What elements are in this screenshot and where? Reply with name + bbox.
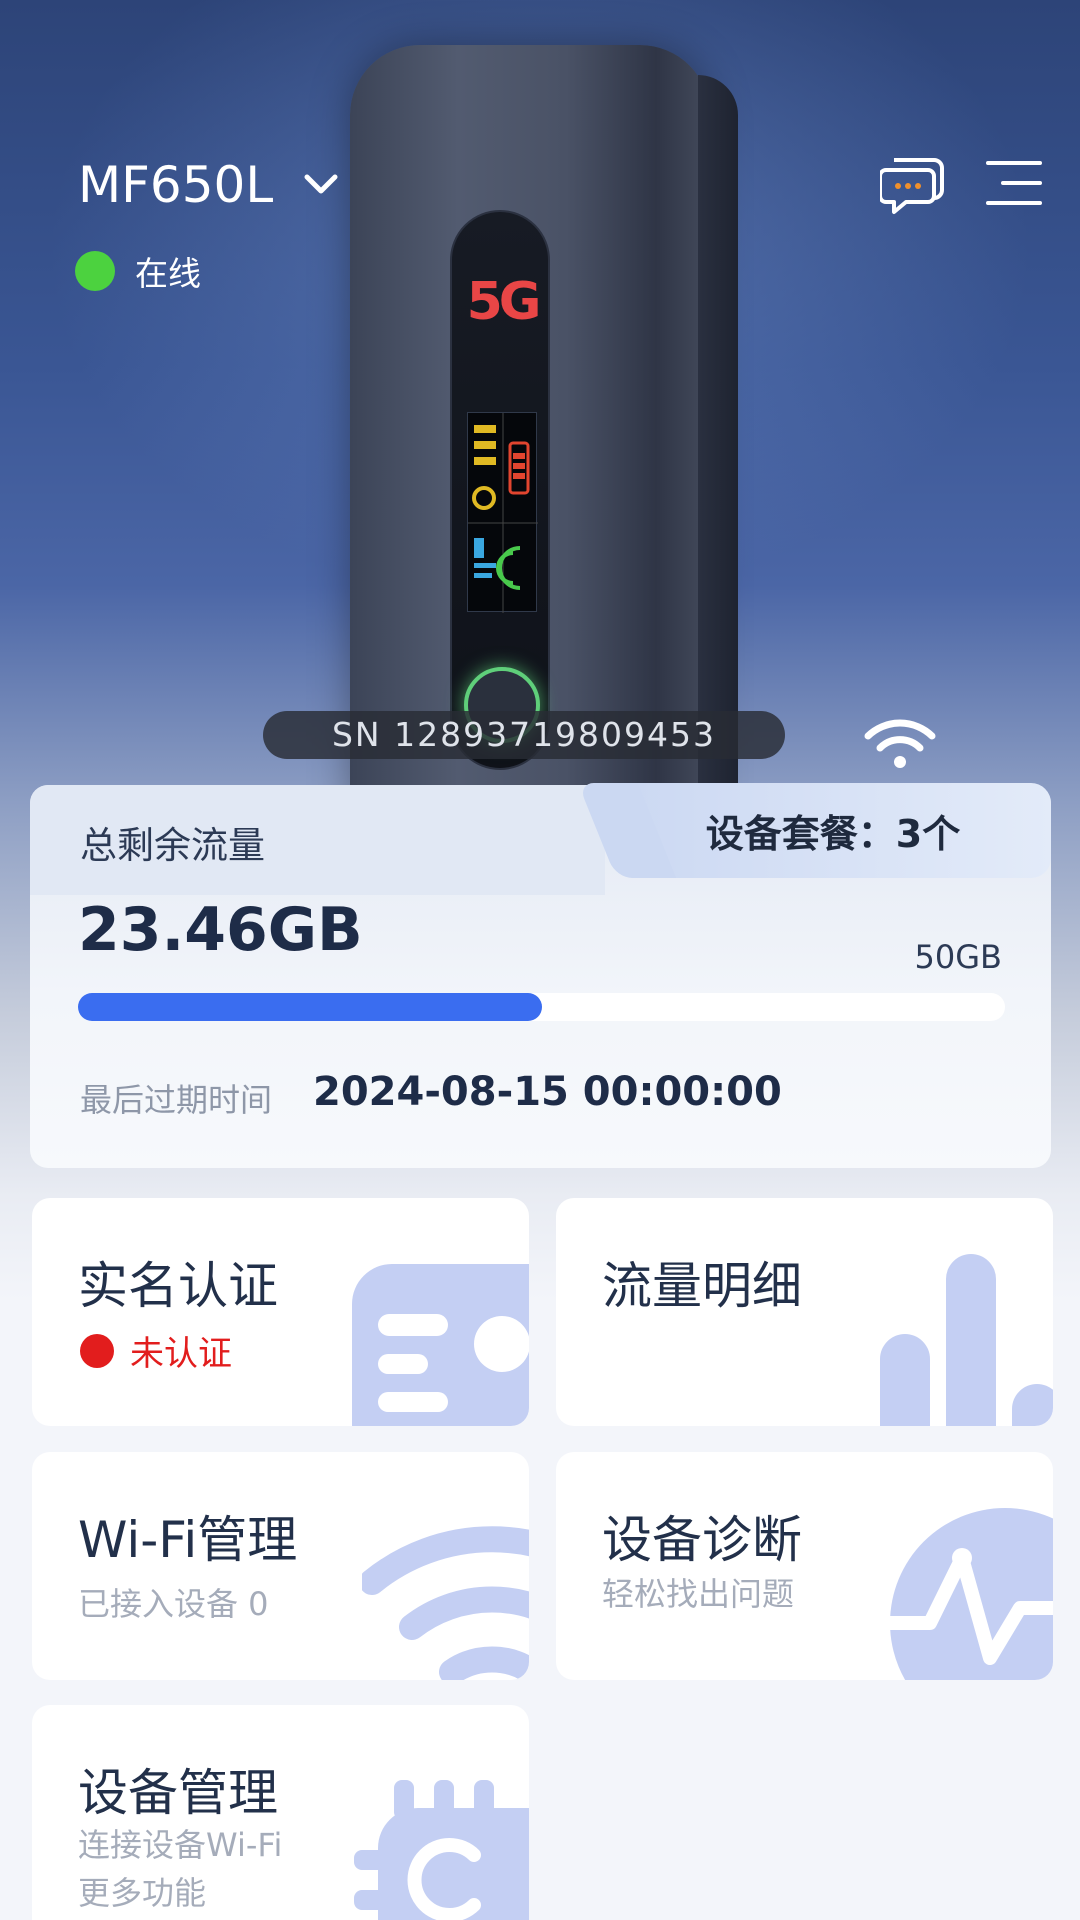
auth-status-text: 未认证	[130, 1334, 232, 1374]
id-card-icon	[352, 1264, 529, 1426]
tile-title: 设备诊断	[602, 1511, 802, 1569]
pulse-icon	[890, 1508, 1053, 1680]
tile-title: 流量明细	[602, 1257, 802, 1315]
screen-5g-logo: 5G	[466, 272, 542, 332]
tile-data-details[interactable]: 流量明细	[556, 1198, 1053, 1426]
status-text: 在线	[135, 254, 201, 293]
tile-device-diagnosis[interactable]: 设备诊断 轻松找出问题	[556, 1452, 1053, 1680]
tile-real-name-auth[interactable]: 实名认证 未认证	[32, 1198, 529, 1426]
total-data-value: 50GB	[914, 938, 1002, 976]
screen-status-display	[467, 412, 538, 613]
wifi-signal-icon	[864, 719, 936, 768]
device-image: 5G	[350, 45, 738, 815]
expire-label: 最后过期时间	[80, 1081, 273, 1119]
auth-status: 未认证	[80, 1326, 232, 1375]
auth-status-dot	[80, 1333, 114, 1368]
remaining-data-value: 23.46GB	[78, 895, 363, 965]
device-screen: 5G	[450, 210, 550, 770]
chat-icon[interactable]	[880, 150, 946, 216]
bar-chart-icon	[880, 1254, 1053, 1426]
tile-title: 实名认证	[78, 1257, 278, 1315]
chevron-down-icon	[304, 174, 338, 194]
tile-title: 设备管理	[78, 1764, 278, 1822]
status-dot	[75, 251, 115, 291]
chip-icon	[354, 1780, 529, 1920]
expire-value: 2024-08-15 00:00:00	[313, 1069, 782, 1115]
online-status: 在线	[75, 247, 201, 295]
tile-subtitle-line1: 连接设备Wi-Fi	[78, 1826, 283, 1864]
tile-device-management[interactable]: 设备管理 连接设备Wi-Fi 更多功能	[32, 1705, 529, 1920]
device-model-name: MF650L	[78, 156, 274, 214]
data-progress-bar	[78, 993, 1005, 1021]
remaining-data-label: 总剩余流量	[80, 824, 265, 867]
tile-subtitle: 轻松找出问题	[602, 1575, 795, 1613]
device-plan-tab[interactable]: 设备套餐：3个	[615, 783, 1051, 878]
tile-title: Wi-Fi管理	[78, 1511, 298, 1569]
screen-status-icons	[468, 413, 538, 613]
data-progress-fill	[78, 993, 542, 1021]
tile-subtitle: 已接入设备 0	[78, 1585, 269, 1623]
tile-subtitle-line2: 更多功能	[78, 1874, 207, 1912]
tile-wifi-management[interactable]: Wi-Fi管理 已接入设备 0	[32, 1452, 529, 1680]
wifi-icon	[362, 1526, 529, 1680]
device-edge	[698, 75, 738, 815]
device-model-selector[interactable]: MF650L	[78, 155, 341, 215]
menu-icon[interactable]	[985, 158, 1043, 208]
serial-number-pill: SN 12893719809453	[263, 711, 785, 759]
